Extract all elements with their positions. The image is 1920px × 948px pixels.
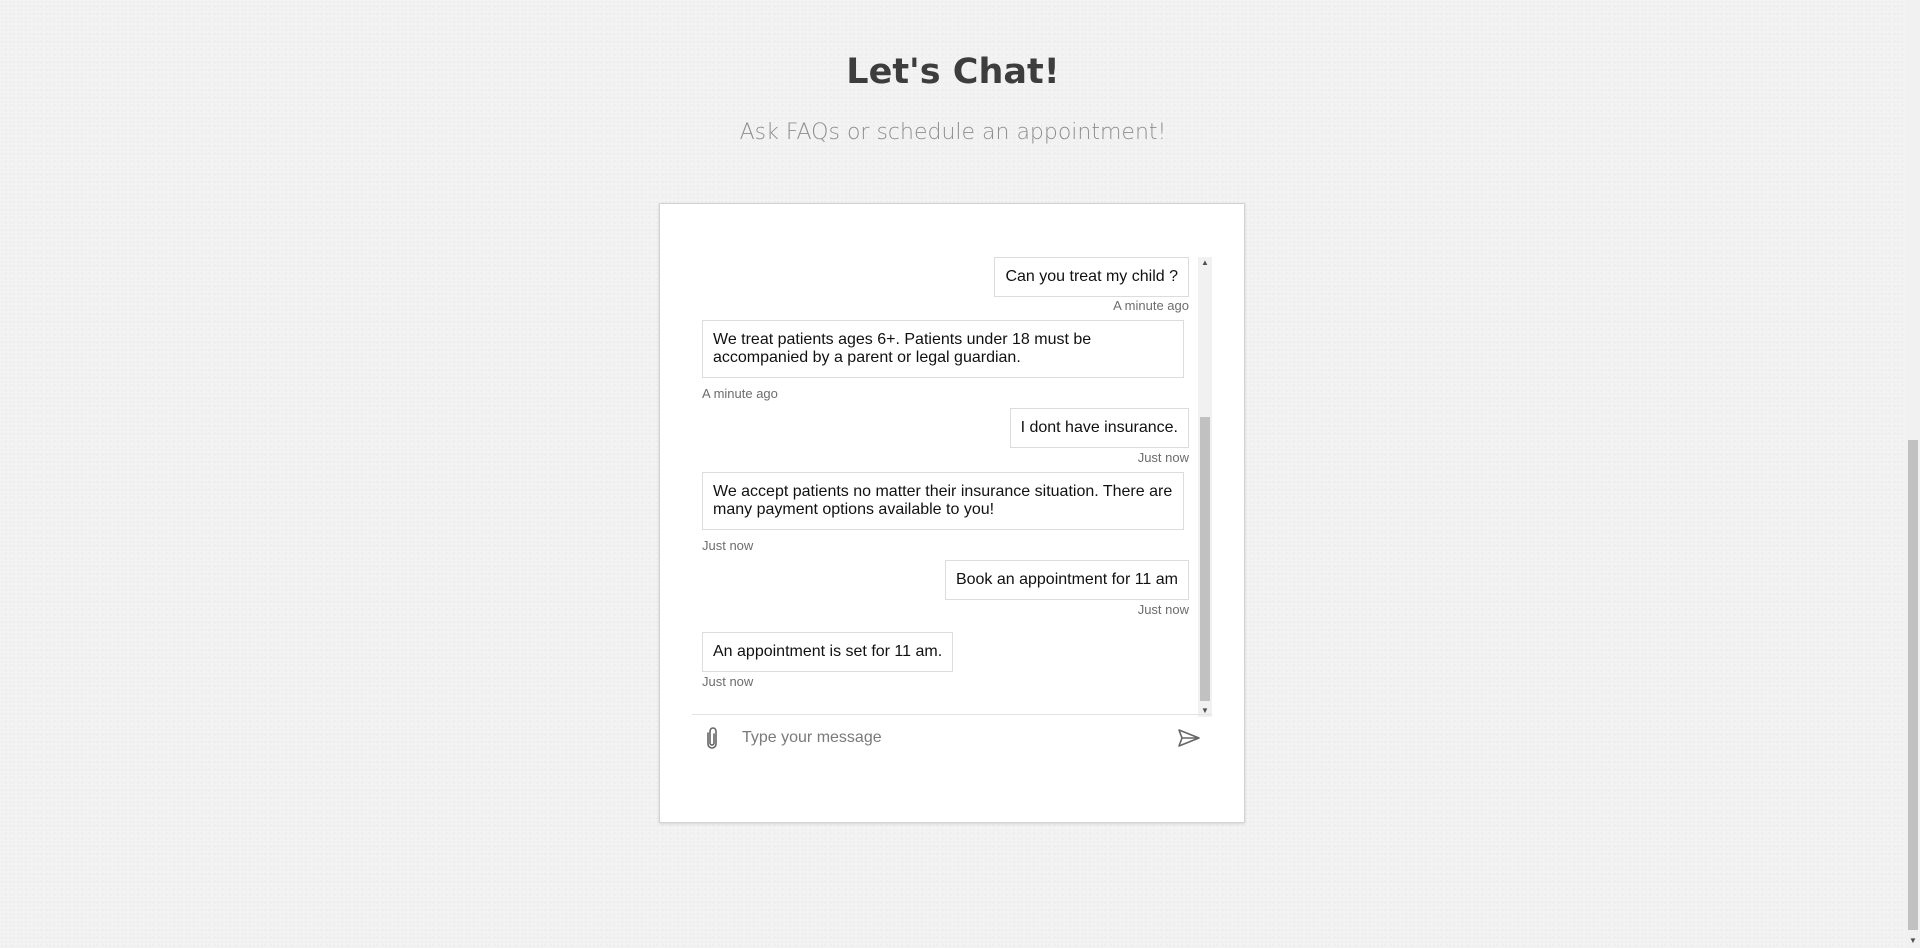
message-input[interactable] bbox=[740, 723, 1144, 753]
message-text: Book an appointment for 11 am bbox=[955, 571, 1178, 588]
user-message: Can you treat my child ? bbox=[994, 257, 1189, 297]
page-scroll-thumb[interactable] bbox=[1908, 440, 1918, 930]
page-scrollbar[interactable]: ▼ bbox=[1906, 0, 1920, 948]
message-timestamp: Just now bbox=[702, 538, 754, 553]
message-text: We accept patients no matter their insur… bbox=[713, 483, 1173, 518]
page-subtitle: Ask FAQs or schedule an appointment! bbox=[739, 120, 1167, 145]
bot-message: An appointment is set for 11 am. bbox=[702, 632, 954, 672]
chat-scrollbar[interactable]: ▲ ▼ bbox=[1198, 257, 1212, 717]
user-message: I dont have insurance. bbox=[1009, 408, 1189, 448]
message-timestamp: A minute ago bbox=[1113, 298, 1189, 313]
message-text: I dont have insurance. bbox=[1020, 419, 1178, 436]
message-list: Can you treat my child ? A minute ago We… bbox=[692, 257, 1199, 717]
message-timestamp: Just now bbox=[702, 674, 754, 689]
message-timestamp: A minute ago bbox=[702, 386, 778, 401]
message-text: An appointment is set for 11 am. bbox=[713, 643, 943, 660]
bot-message: We treat patients ages 6+. Patients unde… bbox=[702, 320, 1184, 378]
page-scroll-down-icon[interactable]: ▼ bbox=[1906, 934, 1920, 948]
message-timestamp: Just now bbox=[1137, 602, 1189, 617]
send-icon[interactable] bbox=[1177, 727, 1201, 749]
message-text: Can you treat my child ? bbox=[1005, 268, 1178, 285]
chat-scroll-thumb[interactable] bbox=[1200, 417, 1210, 701]
message-timestamp: Just now bbox=[1137, 450, 1189, 465]
page-title: Let's Chat! bbox=[846, 52, 1060, 92]
scroll-up-arrow-icon[interactable]: ▲ bbox=[1198, 257, 1212, 269]
paperclip-icon[interactable] bbox=[702, 725, 722, 751]
message-text: We treat patients ages 6+. Patients unde… bbox=[713, 331, 1092, 366]
page: Let's Chat! Ask FAQs or schedule an appo… bbox=[0, 0, 1920, 948]
chat-panel: Can you treat my child ? A minute ago We… bbox=[659, 203, 1245, 823]
bot-message: We accept patients no matter their insur… bbox=[702, 472, 1184, 530]
message-composer bbox=[692, 714, 1212, 760]
user-message: Book an appointment for 11 am bbox=[944, 560, 1189, 600]
